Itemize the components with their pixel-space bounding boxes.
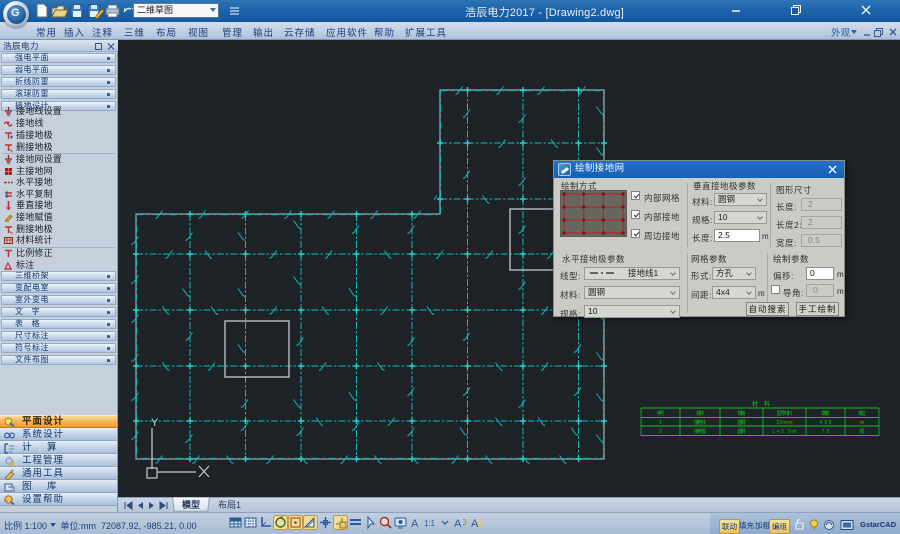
svg-text:2: 2 <box>659 429 662 435</box>
svg-text:单位: 单位 <box>858 410 866 417</box>
svg-text:序号: 序号 <box>657 410 665 417</box>
svg-text:接地线: 接地线 <box>694 419 706 426</box>
svg-text:接地极: 接地极 <box>694 428 706 435</box>
svg-text:1:1: 1:1 <box>424 519 436 528</box>
svg-text:A: A <box>411 518 419 530</box>
svg-text:圆钢: 圆钢 <box>738 428 746 435</box>
svg-text:435: 435 <box>820 420 832 426</box>
svg-text:规格: 规格 <box>738 410 746 417</box>
svg-text:名称: 名称 <box>696 410 704 417</box>
svg-text:数量: 数量 <box>822 410 830 417</box>
svg-text:型号材料: 型号材料 <box>777 410 793 417</box>
svg-text:Y: Y <box>151 417 159 429</box>
svg-text:L=2.5m: L=2.5m <box>773 429 797 435</box>
svg-text:m: m <box>860 420 864 426</box>
svg-text:?: ? <box>7 498 11 505</box>
svg-text:圆钢: 圆钢 <box>738 419 746 426</box>
svg-text:1: 1 <box>659 420 662 426</box>
svg-text:10mm: 10mm <box>777 420 793 426</box>
svg-text:A: A <box>454 518 462 530</box>
svg-text:根: 根 <box>859 428 864 435</box>
